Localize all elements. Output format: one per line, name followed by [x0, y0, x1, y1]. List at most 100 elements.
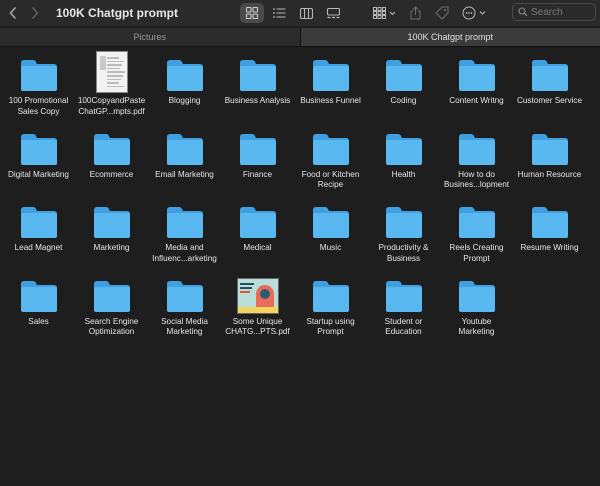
item-label: 100 Promotional Sales Copy — [8, 96, 69, 116]
tab-pictures[interactable]: Pictures — [0, 28, 300, 46]
folder-item[interactable]: Content Writng — [440, 52, 513, 126]
folder-item[interactable]: Finance — [221, 126, 294, 200]
folder-icon — [385, 60, 422, 91]
folder-item[interactable]: Ecommerce — [75, 126, 148, 200]
folder-item[interactable]: Sales — [2, 273, 75, 347]
folder-item[interactable]: Startup using Prompt — [294, 273, 367, 347]
folder-icon — [312, 60, 349, 91]
item-icon-container — [17, 273, 61, 313]
list-view-icon — [272, 8, 285, 18]
file-grid: 100 Promotional Sales Copy 100CopyandPast… — [0, 52, 600, 346]
folder-item[interactable]: Search Engine Optimization — [75, 273, 148, 347]
group-button[interactable] — [370, 3, 400, 23]
item-label: Reels Creating Prompt — [449, 243, 504, 263]
icon-view-button[interactable] — [240, 3, 264, 23]
folder-icon — [312, 207, 349, 238]
folder-item[interactable]: Student or Education — [367, 273, 440, 347]
file-item[interactable]: 100CopyandPaste ChatGP...mpts.pdf — [75, 52, 148, 126]
file-item[interactable]: Some Unique CHATG...PTS.pdf — [221, 273, 294, 347]
tag-icon — [435, 6, 449, 20]
item-label: How to do Busines...lopment — [443, 169, 510, 190]
folder-item[interactable]: Digital Marketing — [2, 126, 75, 200]
folder-icon — [312, 133, 349, 165]
folder-item[interactable]: Marketing — [75, 199, 148, 273]
folder-icon — [20, 207, 57, 238]
folder-item[interactable]: Social Media Marketing — [148, 273, 221, 347]
item-label: Human Resource — [517, 169, 582, 179]
more-actions-button[interactable] — [460, 3, 490, 23]
item-icon-container — [163, 52, 207, 92]
folder-item[interactable]: Resume Writing — [513, 199, 586, 273]
folder-icon — [531, 207, 568, 238]
forward-button[interactable] — [24, 2, 46, 24]
back-icon — [9, 7, 16, 19]
folder-item[interactable]: Health — [367, 126, 440, 200]
folder-item[interactable]: Human Resource — [513, 126, 586, 200]
folder-item[interactable]: Email Marketing — [148, 126, 221, 200]
grid-view-icon — [246, 7, 258, 19]
item-icon-container — [17, 52, 61, 92]
item-icon-container — [309, 199, 353, 239]
search-icon — [518, 7, 528, 17]
folder-item[interactable]: Reels Creating Prompt — [440, 199, 513, 273]
item-label: Email Marketing — [155, 169, 214, 179]
gallery-view-button[interactable] — [322, 3, 344, 23]
folder-item[interactable]: Business Funnel — [294, 52, 367, 126]
item-icon-container — [163, 199, 207, 239]
item-label: Productivity & Business — [378, 243, 429, 263]
folder-item[interactable]: How to do Busines...lopment — [440, 126, 513, 200]
item-icon-container — [382, 199, 426, 239]
item-icon-container — [90, 52, 134, 92]
item-label: Resume Writing — [520, 243, 579, 252]
item-icon-container — [163, 126, 207, 166]
folder-item[interactable]: Blogging — [148, 52, 221, 126]
item-icon-container — [309, 273, 353, 313]
folder-item[interactable]: Food or Kitchen Recipe — [294, 126, 367, 200]
folder-item[interactable]: Productivity & Business — [367, 199, 440, 273]
item-label: Some Unique CHATG...PTS.pdf — [225, 316, 290, 337]
item-label: Music — [319, 243, 342, 252]
folder-icon — [458, 133, 495, 165]
gallery-view-icon — [326, 7, 340, 18]
folder-item[interactable]: Youtube Marketing — [440, 273, 513, 347]
folder-item[interactable]: Lead Magnet — [2, 199, 75, 273]
folder-item[interactable]: Music — [294, 199, 367, 273]
folder-icon — [531, 133, 568, 165]
group-icon — [373, 7, 396, 19]
item-label: 100CopyandPaste ChatGP...mpts.pdf — [77, 96, 146, 116]
folder-item[interactable]: Media and Influenc...arketing — [148, 199, 221, 273]
folder-item[interactable]: Business Analysis — [221, 52, 294, 126]
item-label: Content Writng — [449, 96, 504, 105]
item-icon-container — [528, 52, 572, 92]
item-icon-container — [455, 199, 499, 239]
folder-item[interactable]: Coding — [367, 52, 440, 126]
folder-icon — [239, 133, 276, 165]
list-view-button[interactable] — [268, 3, 290, 23]
column-view-button[interactable] — [295, 3, 317, 23]
item-label: Sales — [28, 316, 49, 326]
item-icon-container — [528, 126, 572, 166]
item-label: Startup using Prompt — [306, 316, 355, 337]
tab-100k-chatgpt-prompt[interactable]: 100K Chatgpt prompt — [299, 28, 600, 46]
folder-item[interactable]: 100 Promotional Sales Copy — [2, 52, 75, 126]
item-icon-container — [17, 126, 61, 166]
folder-icon — [458, 60, 495, 91]
tag-button[interactable] — [432, 3, 452, 23]
item-label: Media and Influenc...arketing — [152, 243, 217, 263]
search-input[interactable] — [528, 6, 591, 18]
item-icon-container — [163, 273, 207, 313]
item-label: Medical — [243, 243, 272, 252]
item-icon-container — [90, 126, 134, 166]
search-field[interactable] — [512, 3, 596, 21]
folder-item[interactable]: Medical — [221, 199, 294, 273]
item-label: Youtube Marketing — [458, 316, 495, 337]
folder-icon — [93, 133, 130, 165]
chevron-down-icon — [389, 11, 396, 16]
folder-icon — [531, 60, 568, 91]
folder-icon — [93, 207, 130, 238]
folder-item[interactable]: Customer Service — [513, 52, 586, 126]
share-button[interactable] — [405, 3, 425, 23]
item-label: Social Media Marketing — [161, 316, 208, 337]
item-icon-container — [382, 273, 426, 313]
back-button[interactable] — [2, 2, 24, 24]
